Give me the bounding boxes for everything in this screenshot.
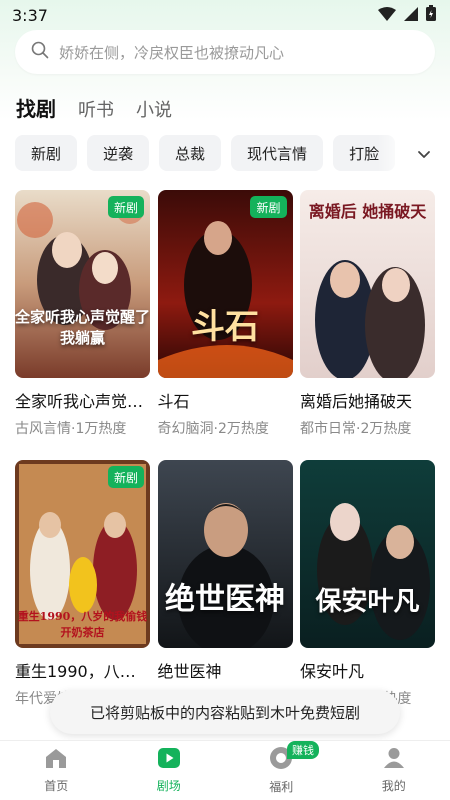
signal-icon (404, 6, 418, 25)
nav-label: 首页 (44, 779, 69, 793)
nav-welfare[interactable]: 赚钱 福利 (225, 741, 338, 800)
drama-title: 斗石 (157, 392, 190, 411)
poster-title-art: 斗石 (191, 307, 259, 347)
drama-card[interactable]: 新剧 全家听我心声觉醒了 我躺赢 全家听我心声觉醒了，我躺赢 古风言情·1万热度 (15, 190, 150, 438)
drama-card[interactable]: 新剧 斗石 斗石 奇幻脑洞·2万热度 (157, 190, 293, 438)
chip-comeback[interactable]: 逆袭 (87, 135, 150, 171)
chips-fade (378, 135, 408, 171)
search-icon (31, 41, 49, 63)
tab-novel[interactable]: 小说 (136, 96, 172, 122)
category-chips: 新剧 逆袭 总裁 现代言情 打脸 (15, 135, 405, 171)
drama-card[interactable]: 新剧 重生1990，八岁的我偷钱开奶茶店 重生1990，八岁的我偷钱开奶茶店 年… (15, 460, 150, 708)
nav-theater[interactable]: 剧场 (113, 741, 226, 800)
poster-title-art: 重生1990，八岁的我偷钱开奶茶店 (17, 610, 148, 639)
main-tabs: 找剧 听书 小说 (16, 92, 172, 122)
drama-poster[interactable]: 新剧 斗石 (157, 190, 293, 378)
status-time: 3:37 (12, 5, 48, 25)
home-icon (44, 747, 68, 773)
drama-meta: 都市日常·2万热度 (300, 421, 412, 437)
drama-card[interactable]: 离婚后 她捅破天 离婚后她捅破天 都市日常·2万热度 (300, 190, 435, 438)
drama-poster[interactable]: 保安叶凡 (300, 460, 435, 648)
nav-label: 我的 (381, 779, 406, 793)
drama-card[interactable]: 绝世医神 绝世医神 (157, 460, 293, 708)
nav-label: 福利 (269, 780, 294, 794)
drama-poster[interactable]: 离婚后 她捅破天 (300, 190, 435, 378)
chip-new-drama[interactable]: 新剧 (15, 135, 78, 171)
new-drama-badge: 新剧 (250, 196, 287, 218)
earn-money-badge: 赚钱 (287, 741, 319, 759)
wifi-icon (378, 6, 396, 25)
drama-poster[interactable]: 新剧 重生1990，八岁的我偷钱开奶茶店 (15, 460, 150, 648)
nav-label: 剧场 (156, 779, 181, 793)
drama-poster[interactable]: 新剧 全家听我心声觉醒了 我躺赢 (15, 190, 150, 378)
chip-modern-romance[interactable]: 现代言情 (231, 135, 324, 171)
drama-title: 离婚后她捅破天 (300, 392, 413, 411)
search-bar[interactable]: 娇娇在侧，冷戾权臣也被撩动凡心 (15, 30, 435, 74)
nav-home[interactable]: 首页 (0, 741, 113, 800)
drama-title: 重生1990，八岁的我偷钱开奶茶店 (15, 662, 150, 681)
poster-title-art: 绝世医神 (165, 582, 285, 617)
search-placeholder: 娇娇在侧，冷戾权臣也被撩动凡心 (59, 43, 285, 62)
new-drama-badge: 新剧 (107, 196, 144, 218)
status-bar: 3:37 (0, 0, 450, 30)
user-icon (383, 747, 405, 773)
drama-meta: 奇幻脑洞·2万热度 (157, 421, 269, 437)
clipboard-toast: 已将剪贴板中的内容粘贴到木叶免费短剧 (50, 690, 400, 734)
drama-meta: 古风言情·1万热度 (15, 421, 127, 437)
poster-title-art: 保安叶凡 (315, 587, 420, 617)
battery-icon (426, 5, 436, 25)
tab-find-drama[interactable]: 找剧 (16, 93, 56, 122)
bottom-nav: 首页 剧场 赚钱 福利 我的 (0, 740, 450, 800)
poster-title-art: 全家听我心声觉醒了 我躺赢 (15, 308, 150, 347)
play-icon (157, 747, 181, 773)
drama-grid: 新剧 全家听我心声觉醒了 我躺赢 全家听我心声觉醒了，我躺赢 古风言情·1万热度… (15, 190, 435, 708)
drama-title: 保安叶凡 (300, 662, 365, 681)
poster-title-art: 离婚后 她捅破天 (308, 202, 427, 221)
drama-poster[interactable]: 绝世医神 (157, 460, 293, 648)
new-drama-badge: 新剧 (107, 466, 144, 488)
chevron-down-icon (417, 145, 431, 164)
nav-profile[interactable]: 我的 (338, 741, 450, 800)
drama-card[interactable]: 保安叶凡 保安叶凡 都市逆袭·2万热度 (300, 460, 435, 708)
tab-audiobook[interactable]: 听书 (78, 96, 114, 122)
drama-title: 绝世医神 (157, 662, 222, 681)
chip-ceo[interactable]: 总裁 (159, 135, 222, 171)
expand-categories-button[interactable] (410, 140, 438, 168)
status-icons (378, 5, 436, 25)
drama-title: 全家听我心声觉醒了，我躺赢 (15, 392, 150, 411)
